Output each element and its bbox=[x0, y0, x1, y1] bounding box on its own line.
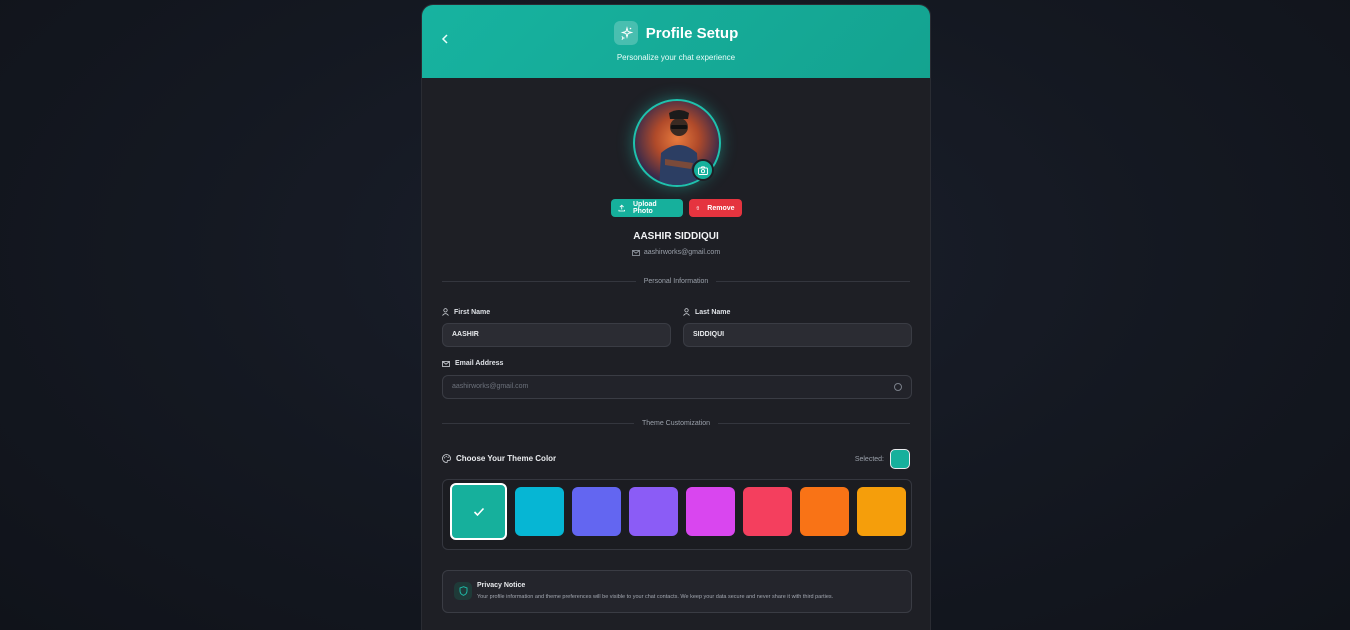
user-icon bbox=[683, 308, 690, 316]
remove-photo-label: Remove bbox=[707, 204, 735, 212]
email-label-text: Email Address bbox=[455, 360, 504, 367]
user-icon bbox=[442, 308, 449, 316]
section-title-personal: Personal Information bbox=[643, 278, 709, 285]
upload-photo-label: Upload Photo bbox=[632, 201, 657, 215]
lock-icon bbox=[894, 383, 902, 391]
personal-info-divider: Personal Information bbox=[442, 278, 910, 285]
first-name-label: First Name bbox=[442, 308, 490, 316]
header: Profile Setup Personalize your chat expe… bbox=[422, 5, 930, 78]
mail-icon bbox=[442, 360, 450, 367]
email-label: Email Address bbox=[442, 360, 503, 367]
profile-name: AASHIR SIDDIQUI bbox=[633, 231, 719, 242]
email-input: aashirworks@gmail.com bbox=[442, 375, 912, 399]
profile-email: aashirworks@gmail.com bbox=[422, 249, 930, 256]
theme-swatch[interactable] bbox=[800, 487, 849, 536]
trash-icon bbox=[695, 206, 699, 210]
selected-color-indicator: Selected: bbox=[855, 449, 910, 469]
last-name-label: Last Name bbox=[683, 308, 730, 316]
theme-swatch[interactable] bbox=[450, 483, 507, 540]
selected-label: Selected: bbox=[854, 455, 884, 463]
section-title-theme: Theme Customization bbox=[641, 420, 711, 427]
theme-divider: Theme Customization bbox=[442, 420, 910, 427]
last-name-label-text: Last Name bbox=[695, 308, 731, 316]
email-input-value: aashirworks@gmail.com bbox=[452, 383, 529, 390]
palette-icon bbox=[442, 454, 451, 463]
theme-color-label-text: Choose Your Theme Color bbox=[456, 454, 557, 463]
privacy-text: Your profile information and theme prefe… bbox=[477, 594, 834, 600]
theme-swatch[interactable] bbox=[629, 487, 678, 536]
camera-icon bbox=[698, 165, 708, 175]
last-name-input[interactable]: SIDDIQUI bbox=[683, 323, 912, 347]
theme-color-palette bbox=[442, 479, 912, 550]
shield-icon bbox=[454, 582, 472, 600]
profile-setup-card: Profile Setup Personalize your chat expe… bbox=[421, 4, 931, 630]
profile-email-text: aashirworks@gmail.com bbox=[643, 249, 721, 256]
theme-swatch[interactable] bbox=[572, 487, 621, 536]
change-photo-button[interactable] bbox=[692, 159, 714, 181]
theme-swatch[interactable] bbox=[515, 487, 564, 536]
first-name-label-text: First Name bbox=[454, 308, 491, 316]
upload-icon bbox=[618, 204, 625, 212]
page-title: Profile Setup bbox=[645, 24, 739, 42]
privacy-title: Privacy Notice bbox=[477, 582, 526, 589]
theme-color-label: Choose Your Theme Color bbox=[442, 454, 556, 463]
upload-photo-button[interactable]: Upload Photo bbox=[610, 199, 683, 217]
check-icon bbox=[473, 507, 484, 516]
theme-swatch[interactable] bbox=[686, 487, 735, 536]
page-subtitle: Personalize your chat experience bbox=[616, 53, 736, 62]
remove-photo-button[interactable]: Remove bbox=[688, 199, 742, 217]
theme-swatch[interactable] bbox=[857, 487, 906, 536]
selected-color-swatch bbox=[890, 449, 910, 469]
mail-icon bbox=[631, 249, 640, 256]
theme-swatch[interactable] bbox=[743, 487, 792, 536]
sparkle-icon bbox=[613, 21, 638, 45]
first-name-input[interactable]: AASHIR bbox=[442, 323, 671, 347]
privacy-notice: Privacy Notice Your profile information … bbox=[442, 570, 912, 613]
